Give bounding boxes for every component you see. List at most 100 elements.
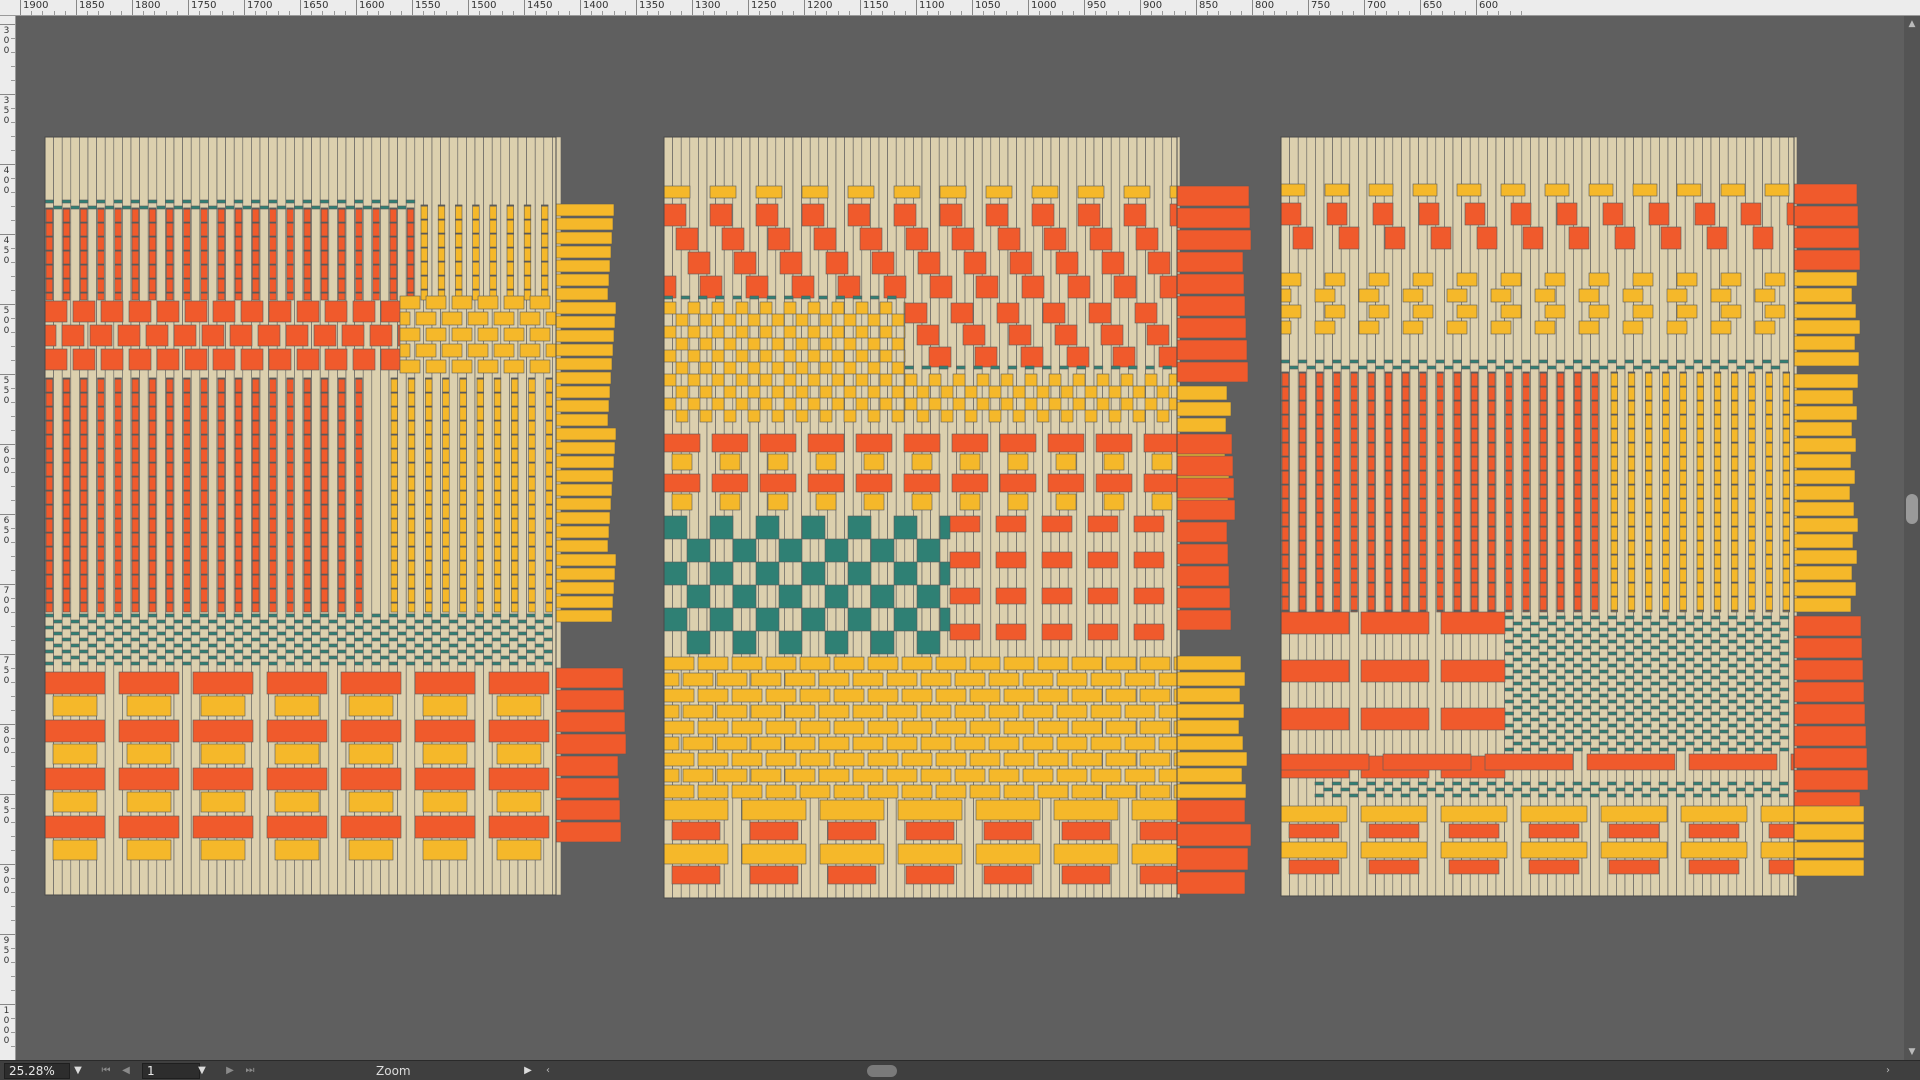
weave-line bbox=[545, 391, 553, 394]
weft-float bbox=[441, 311, 463, 326]
weave-line bbox=[1574, 385, 1582, 388]
scroll-up-icon[interactable]: ▲ bbox=[1906, 18, 1918, 30]
weave-line bbox=[1505, 413, 1513, 416]
fringe-tassel bbox=[1176, 543, 1229, 565]
weft-float-teal bbox=[414, 643, 424, 648]
weave-line bbox=[1610, 567, 1618, 570]
weft-float bbox=[451, 327, 473, 342]
ruler-tick-label: 900 bbox=[1143, 0, 1163, 11]
weft-float bbox=[871, 251, 895, 275]
weave-line bbox=[407, 433, 416, 436]
fringe-tassel bbox=[1176, 361, 1249, 383]
weave-line bbox=[1281, 567, 1289, 570]
weave-line bbox=[489, 232, 497, 235]
weft-float-teal bbox=[1667, 787, 1677, 792]
weft-float-teal bbox=[1745, 663, 1755, 668]
weft-float-teal bbox=[208, 655, 218, 660]
ruler-minor-tick bbox=[11, 332, 15, 333]
weave-panel-right[interactable] bbox=[1280, 136, 1869, 897]
weft-float-teal bbox=[1736, 693, 1747, 698]
weft-float-teal bbox=[1685, 669, 1695, 674]
weave-line bbox=[442, 545, 450, 548]
weave-line bbox=[183, 531, 191, 534]
warp-float bbox=[1419, 371, 1427, 613]
weft-float bbox=[1608, 859, 1660, 875]
warp-float bbox=[1402, 371, 1410, 613]
weave-line bbox=[320, 405, 329, 408]
weft-float-teal bbox=[1624, 793, 1634, 798]
weft-float-teal bbox=[1555, 359, 1566, 364]
page-dropdown-chevron-down-icon[interactable]: ▼ bbox=[194, 1063, 210, 1079]
weave-panel-left[interactable] bbox=[44, 136, 627, 896]
weave-line bbox=[1350, 483, 1358, 486]
weft-float-teal bbox=[1547, 657, 1557, 662]
weave-line bbox=[1436, 553, 1444, 556]
weft-float bbox=[1124, 736, 1156, 751]
fringe-tassel bbox=[1176, 229, 1252, 251]
weft-float bbox=[983, 821, 1033, 841]
last-page-icon[interactable]: ⏭ bbox=[242, 1063, 258, 1079]
vertical-scroll-thumb[interactable] bbox=[1906, 494, 1918, 524]
prev-page-icon[interactable]: ◀ bbox=[118, 1063, 134, 1079]
artwork-canvas[interactable] bbox=[16, 16, 1904, 1060]
weft-float-teal bbox=[1779, 359, 1789, 364]
weave-line bbox=[114, 221, 122, 224]
weave-line bbox=[1384, 413, 1393, 416]
weft-float bbox=[1402, 320, 1424, 335]
weft-float-teal bbox=[1761, 793, 1772, 798]
warp-thread bbox=[1478, 136, 1488, 897]
horizontal-scrollbar[interactable] bbox=[556, 1065, 1876, 1077]
weave-line bbox=[1350, 609, 1358, 612]
next-page-icon[interactable]: ▶ bbox=[222, 1063, 238, 1079]
weave-line bbox=[455, 260, 463, 263]
weave-panel-middle[interactable] bbox=[663, 136, 1252, 899]
warp-float bbox=[425, 377, 433, 613]
canvas[interactable] bbox=[16, 16, 1904, 1060]
weave-line bbox=[1470, 609, 1479, 612]
weave-line bbox=[1522, 441, 1530, 444]
weft-float bbox=[784, 768, 816, 783]
warp-thread bbox=[1444, 136, 1454, 897]
horizontal-ruler[interactable]: 1900 1850 1800 1750 1700 1650 1600 1550 1500 1450… bbox=[0, 0, 1920, 16]
weft-float-teal bbox=[1633, 669, 1643, 674]
check-block bbox=[711, 397, 725, 411]
warp-float bbox=[1522, 371, 1530, 613]
weft-float-teal bbox=[337, 649, 347, 654]
scroll-down-icon[interactable]: ▼ bbox=[1906, 1046, 1918, 1058]
page-number-field[interactable]: 1 bbox=[142, 1063, 200, 1079]
horizontal-scroll-thumb[interactable] bbox=[867, 1065, 897, 1077]
weave-line bbox=[1453, 441, 1461, 444]
weave-line bbox=[1731, 525, 1739, 528]
ruler-minor-tick bbox=[815, 11, 817, 15]
scroll-left-chevron-left-icon[interactable]: ‹ bbox=[540, 1063, 556, 1079]
check-block bbox=[1168, 373, 1178, 387]
ruler-major-tick bbox=[0, 234, 15, 235]
weft-float-teal bbox=[371, 199, 381, 204]
first-page-icon[interactable]: ⏮ bbox=[98, 1063, 114, 1079]
check-block bbox=[831, 397, 845, 411]
check-block bbox=[807, 301, 821, 315]
vertical-scrollbar[interactable]: ▲ ▼ bbox=[1904, 16, 1920, 1060]
weave-line bbox=[511, 587, 519, 590]
weft-float bbox=[1324, 183, 1350, 197]
weft-float bbox=[352, 348, 376, 371]
weft-float-teal bbox=[1366, 793, 1376, 798]
ruler-minor-tick bbox=[1274, 11, 1276, 15]
weft-float-teal bbox=[1779, 615, 1790, 620]
weave-line bbox=[286, 545, 294, 548]
weave-line bbox=[489, 260, 497, 263]
weft-float bbox=[687, 251, 711, 275]
fringe-tassel bbox=[555, 203, 615, 217]
weft-float bbox=[1720, 272, 1742, 287]
weft-float-teal bbox=[199, 649, 209, 654]
ruler-minor-tick bbox=[1106, 11, 1108, 15]
zoom-level-field[interactable]: 25.28% bbox=[4, 1063, 70, 1079]
zoom-dropdown-chevron-down-icon[interactable]: ▼ bbox=[70, 1063, 86, 1079]
scroll-right-chevron-right-icon[interactable]: › bbox=[1880, 1063, 1896, 1079]
triangle-right-icon[interactable]: ▶ bbox=[520, 1063, 536, 1079]
weave-line bbox=[390, 531, 398, 534]
weave-line bbox=[1627, 609, 1636, 612]
vertical-ruler[interactable]: 300 350 400 450 500 550 600 650 700 750 800 850 900 9… bbox=[0, 16, 16, 1061]
weft-float bbox=[663, 720, 695, 735]
weft-float bbox=[348, 695, 394, 717]
